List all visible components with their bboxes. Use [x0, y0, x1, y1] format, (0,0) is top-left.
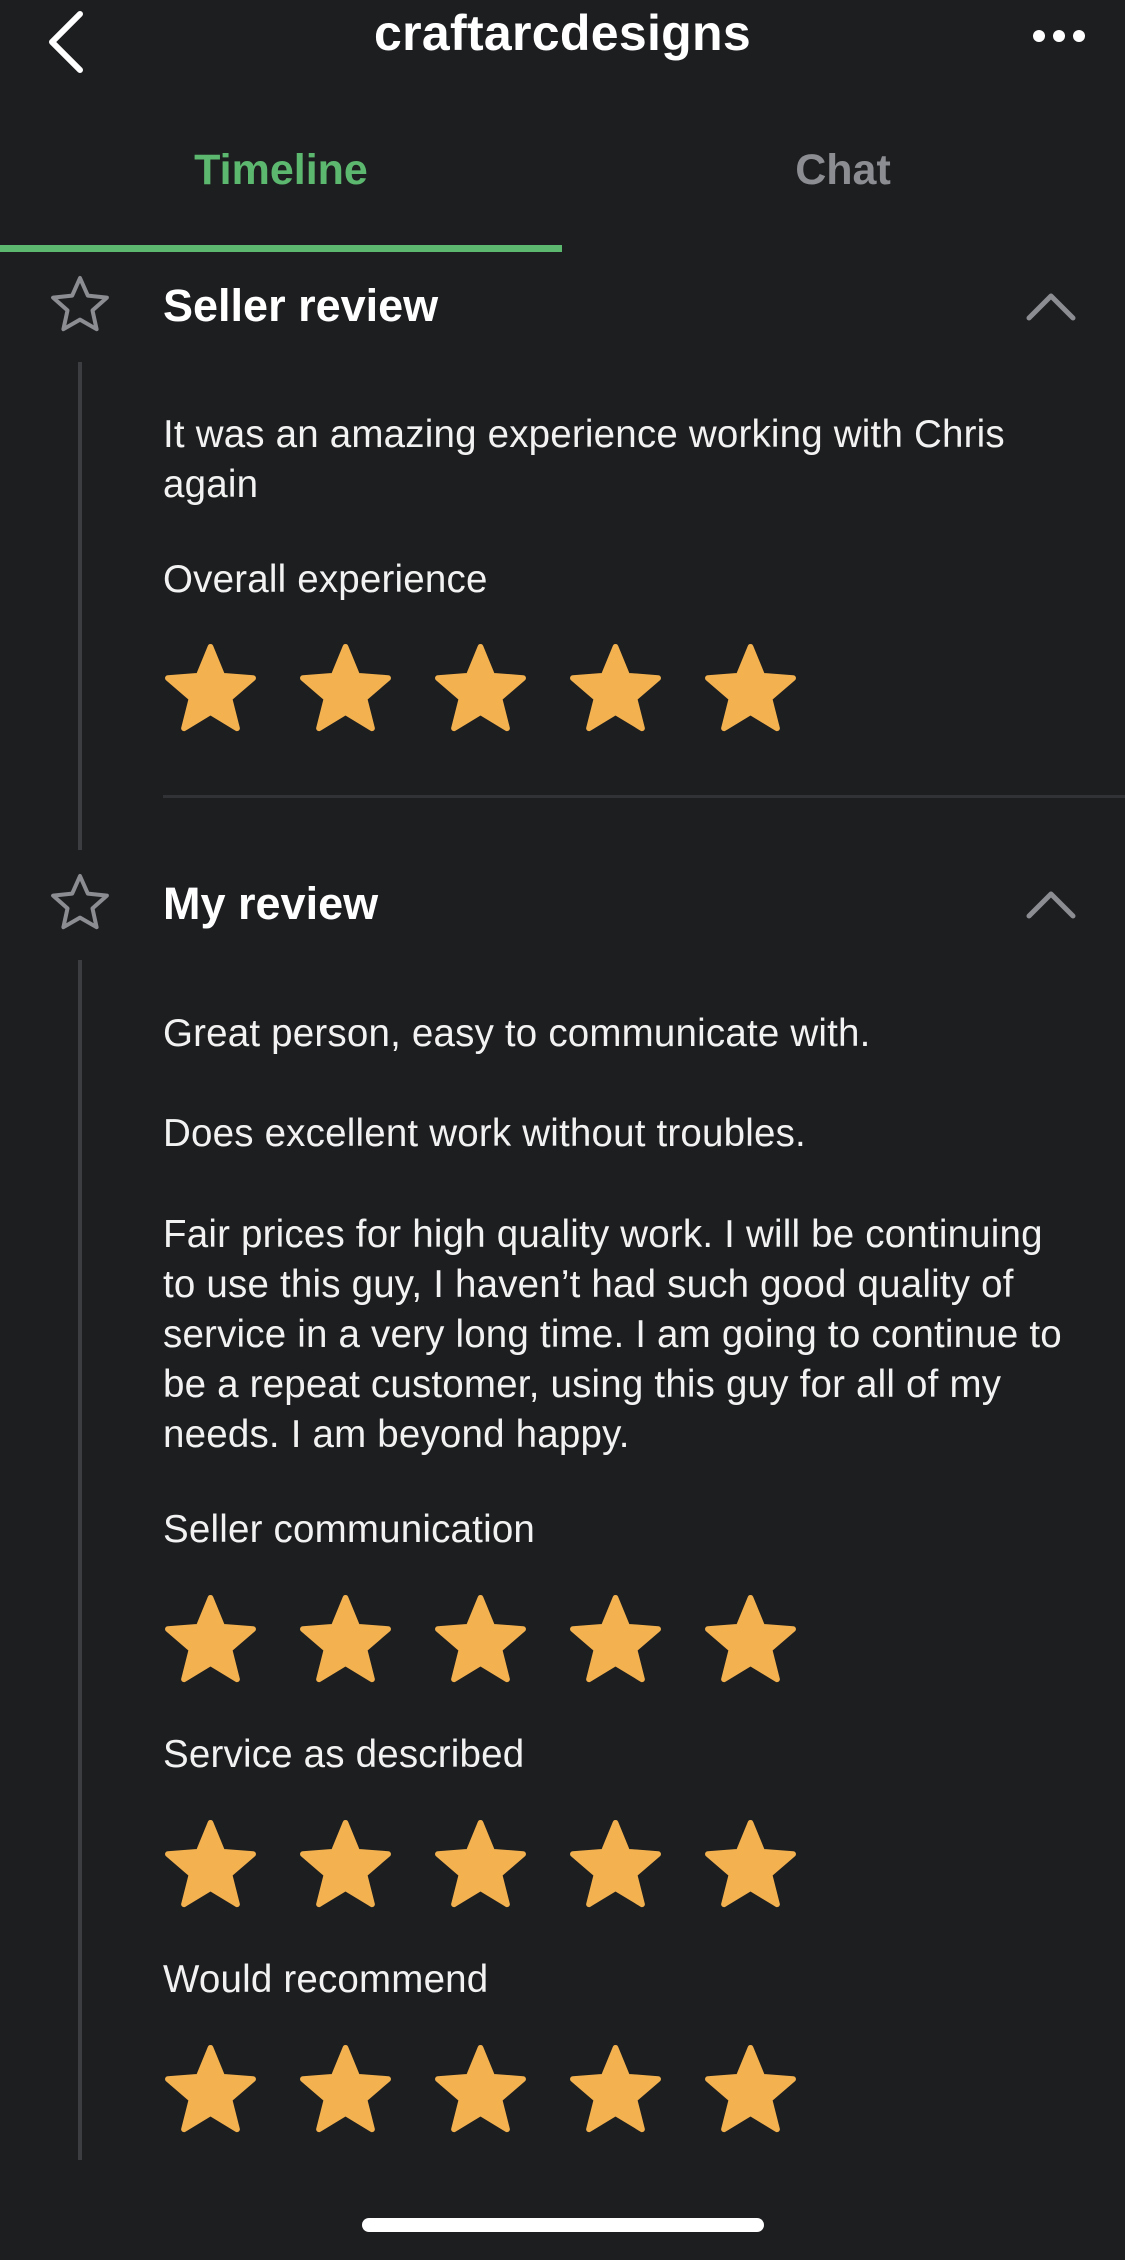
chevron-up-icon[interactable] — [1025, 888, 1077, 922]
chevron-up-icon[interactable] — [1025, 290, 1077, 324]
star-icon — [165, 1594, 256, 1683]
collapse-seller-review-button[interactable] — [1025, 290, 1077, 324]
home-indicator — [362, 2218, 764, 2232]
active-tab-indicator — [0, 245, 562, 252]
star-rating — [163, 2044, 838, 2134]
star-icon — [300, 643, 391, 732]
review-paragraph: Does excellent work without troubles. — [163, 1112, 806, 1155]
star-icon — [300, 2044, 391, 2133]
tab-timeline[interactable]: Timeline — [0, 146, 562, 195]
star-icon — [570, 1819, 661, 1908]
rating-label: Overall experience — [163, 558, 488, 601]
star-icon — [705, 1819, 796, 1908]
star-rating — [163, 643, 838, 733]
tab-bar: Timeline Chat — [0, 130, 1125, 252]
seller-review-text: It was an amazing experience working wit… — [163, 413, 1005, 506]
app-header: craftarcdesigns — [0, 0, 1125, 80]
star-icon — [165, 1819, 256, 1908]
star-icon — [570, 1594, 661, 1683]
star-icon — [300, 1819, 391, 1908]
more-options-button[interactable] — [1029, 16, 1089, 56]
star-icon — [165, 2044, 256, 2133]
section-divider — [163, 795, 1125, 798]
page-title: craftarcdesigns — [374, 5, 751, 61]
tab-chat[interactable]: Chat — [562, 146, 1124, 195]
seller-review-title: Seller review — [163, 280, 439, 331]
collapse-my-review-button[interactable] — [1025, 888, 1077, 922]
star-icon — [705, 2044, 796, 2133]
timeline-connector — [78, 362, 82, 850]
star-outline-icon — [51, 874, 109, 930]
star-icon — [570, 2044, 661, 2133]
star-rating — [163, 1594, 838, 1684]
star-icon — [435, 1594, 526, 1683]
star-rating — [163, 1819, 838, 1909]
star-icon — [705, 643, 796, 732]
star-icon — [435, 2044, 526, 2133]
rating-label: Would recommend — [163, 1958, 489, 2001]
star-icon — [300, 1594, 391, 1683]
star-icon — [165, 643, 256, 732]
star-icon — [435, 1819, 526, 1908]
star-icon — [570, 643, 661, 732]
star-outline-icon — [51, 276, 109, 332]
review-paragraph: Great person, easy to communicate with. — [163, 1012, 871, 1055]
review-paragraph: Fair prices for high quality work. I wil… — [163, 1213, 1062, 1456]
timeline-connector — [78, 960, 82, 2160]
rating-label: Service as described — [163, 1733, 525, 1776]
rating-label: Seller communication — [163, 1508, 536, 1551]
my-review-title: My review — [163, 878, 379, 929]
star-icon — [705, 1594, 796, 1683]
more-horizontal-icon[interactable] — [1029, 16, 1089, 56]
star-icon — [435, 643, 526, 732]
